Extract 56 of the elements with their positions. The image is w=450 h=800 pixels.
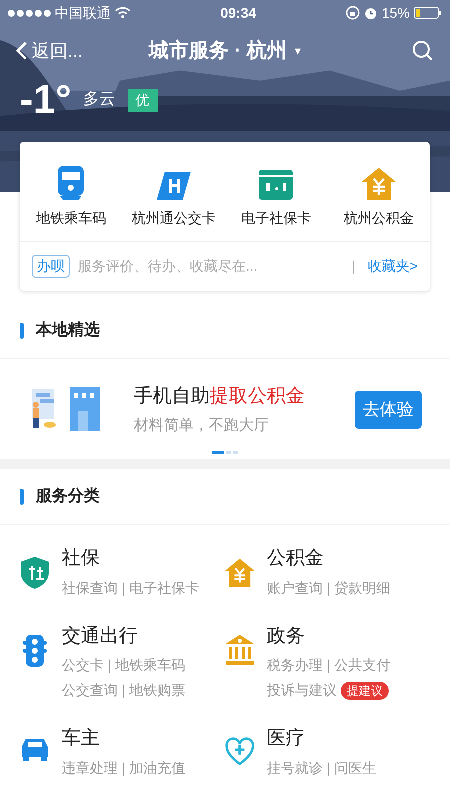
search-icon[interactable] bbox=[412, 40, 434, 62]
medical-heart-icon bbox=[225, 737, 255, 767]
battery-icon bbox=[414, 7, 442, 19]
car-icon bbox=[20, 737, 50, 761]
card-icon bbox=[259, 170, 294, 200]
favorites-link[interactable]: 收藏夹> bbox=[368, 256, 418, 277]
promo-subtitle: 材料简单，不跑大厅 bbox=[134, 416, 270, 436]
promo-headline: 手机自助提取公积金 bbox=[134, 384, 306, 408]
category-links: 账户查询 | 贷款明细 bbox=[267, 578, 390, 598]
shortcut-item[interactable]: 杭州公积金 bbox=[328, 166, 430, 229]
traffic-light-icon bbox=[23, 634, 47, 666]
divider-mark: | bbox=[352, 257, 356, 276]
category-item[interactable]: 政务 税务办理 | 公共支付 投诉与建议 提建议 bbox=[225, 622, 430, 701]
battery-percent: 15% bbox=[382, 4, 410, 22]
house-yen-icon bbox=[362, 168, 396, 200]
category-item[interactable]: 社保 社保查询 | 电子社保卡 bbox=[20, 545, 225, 598]
alarm-icon bbox=[364, 6, 378, 20]
page-title: 城市服务 · 杭州 bbox=[149, 38, 287, 64]
back-button[interactable]: 返回... bbox=[16, 38, 116, 64]
wifi-icon bbox=[115, 7, 131, 19]
shortcut-item[interactable]: 地铁乘车码 bbox=[20, 166, 122, 229]
train-icon bbox=[56, 166, 86, 200]
h-card-icon bbox=[156, 172, 191, 200]
section-title: 本地精选 bbox=[36, 320, 100, 340]
signal-icon bbox=[8, 10, 51, 16]
category-links: 挂号就诊 | 问医生 bbox=[267, 758, 376, 778]
category-links: 社保查询 | 电子社保卡 bbox=[62, 578, 200, 598]
category-item[interactable]: 公积金 账户查询 | 贷款明细 bbox=[225, 545, 430, 598]
category-links: 公交卡 | 地铁乘车码 bbox=[62, 656, 186, 675]
clock: 09:34 bbox=[220, 4, 256, 22]
suggestion-badge: 提建议 bbox=[341, 682, 389, 700]
house-yen-icon bbox=[225, 557, 255, 589]
assistant-hint: 服务评价、待办、收藏尽在... bbox=[78, 257, 259, 276]
rotation-lock-icon bbox=[346, 6, 360, 20]
shield-icon bbox=[21, 557, 49, 589]
section-marker bbox=[20, 322, 24, 338]
category-links: 投诉与建议 bbox=[267, 681, 337, 700]
back-chevron-icon bbox=[16, 41, 28, 61]
temperature: -1° bbox=[20, 80, 72, 120]
try-button[interactable]: 去体验 bbox=[355, 391, 422, 429]
category-item[interactable]: 医疗 挂号就诊 | 问医生 bbox=[225, 725, 430, 778]
assistant-tag: 办呗 bbox=[32, 255, 70, 278]
air-quality-badge: 优 bbox=[128, 88, 158, 112]
section-title: 服务分类 bbox=[36, 486, 100, 506]
category-links: 税务办理 | 公共支付 bbox=[267, 656, 390, 675]
carrier: 中国联通 bbox=[55, 4, 111, 22]
category-item[interactable]: 车主 违章处理 | 加油充值 bbox=[20, 725, 225, 778]
category-links: 违章处理 | 加油充值 bbox=[62, 758, 186, 778]
section-marker bbox=[20, 488, 24, 504]
city-dropdown-caret[interactable]: ▾ bbox=[294, 42, 301, 60]
bank-icon bbox=[226, 634, 254, 664]
shortcut-item[interactable]: 电子社保卡 bbox=[225, 166, 328, 229]
shortcut-item[interactable]: 杭州通公交卡 bbox=[122, 166, 225, 229]
category-item[interactable]: 交通出行 公交卡 | 地铁乘车码 公交查询 | 地铁购票 bbox=[20, 622, 225, 701]
category-links: 公交查询 | 地铁购票 bbox=[62, 681, 186, 700]
weather-condition: 多云 bbox=[84, 90, 116, 110]
